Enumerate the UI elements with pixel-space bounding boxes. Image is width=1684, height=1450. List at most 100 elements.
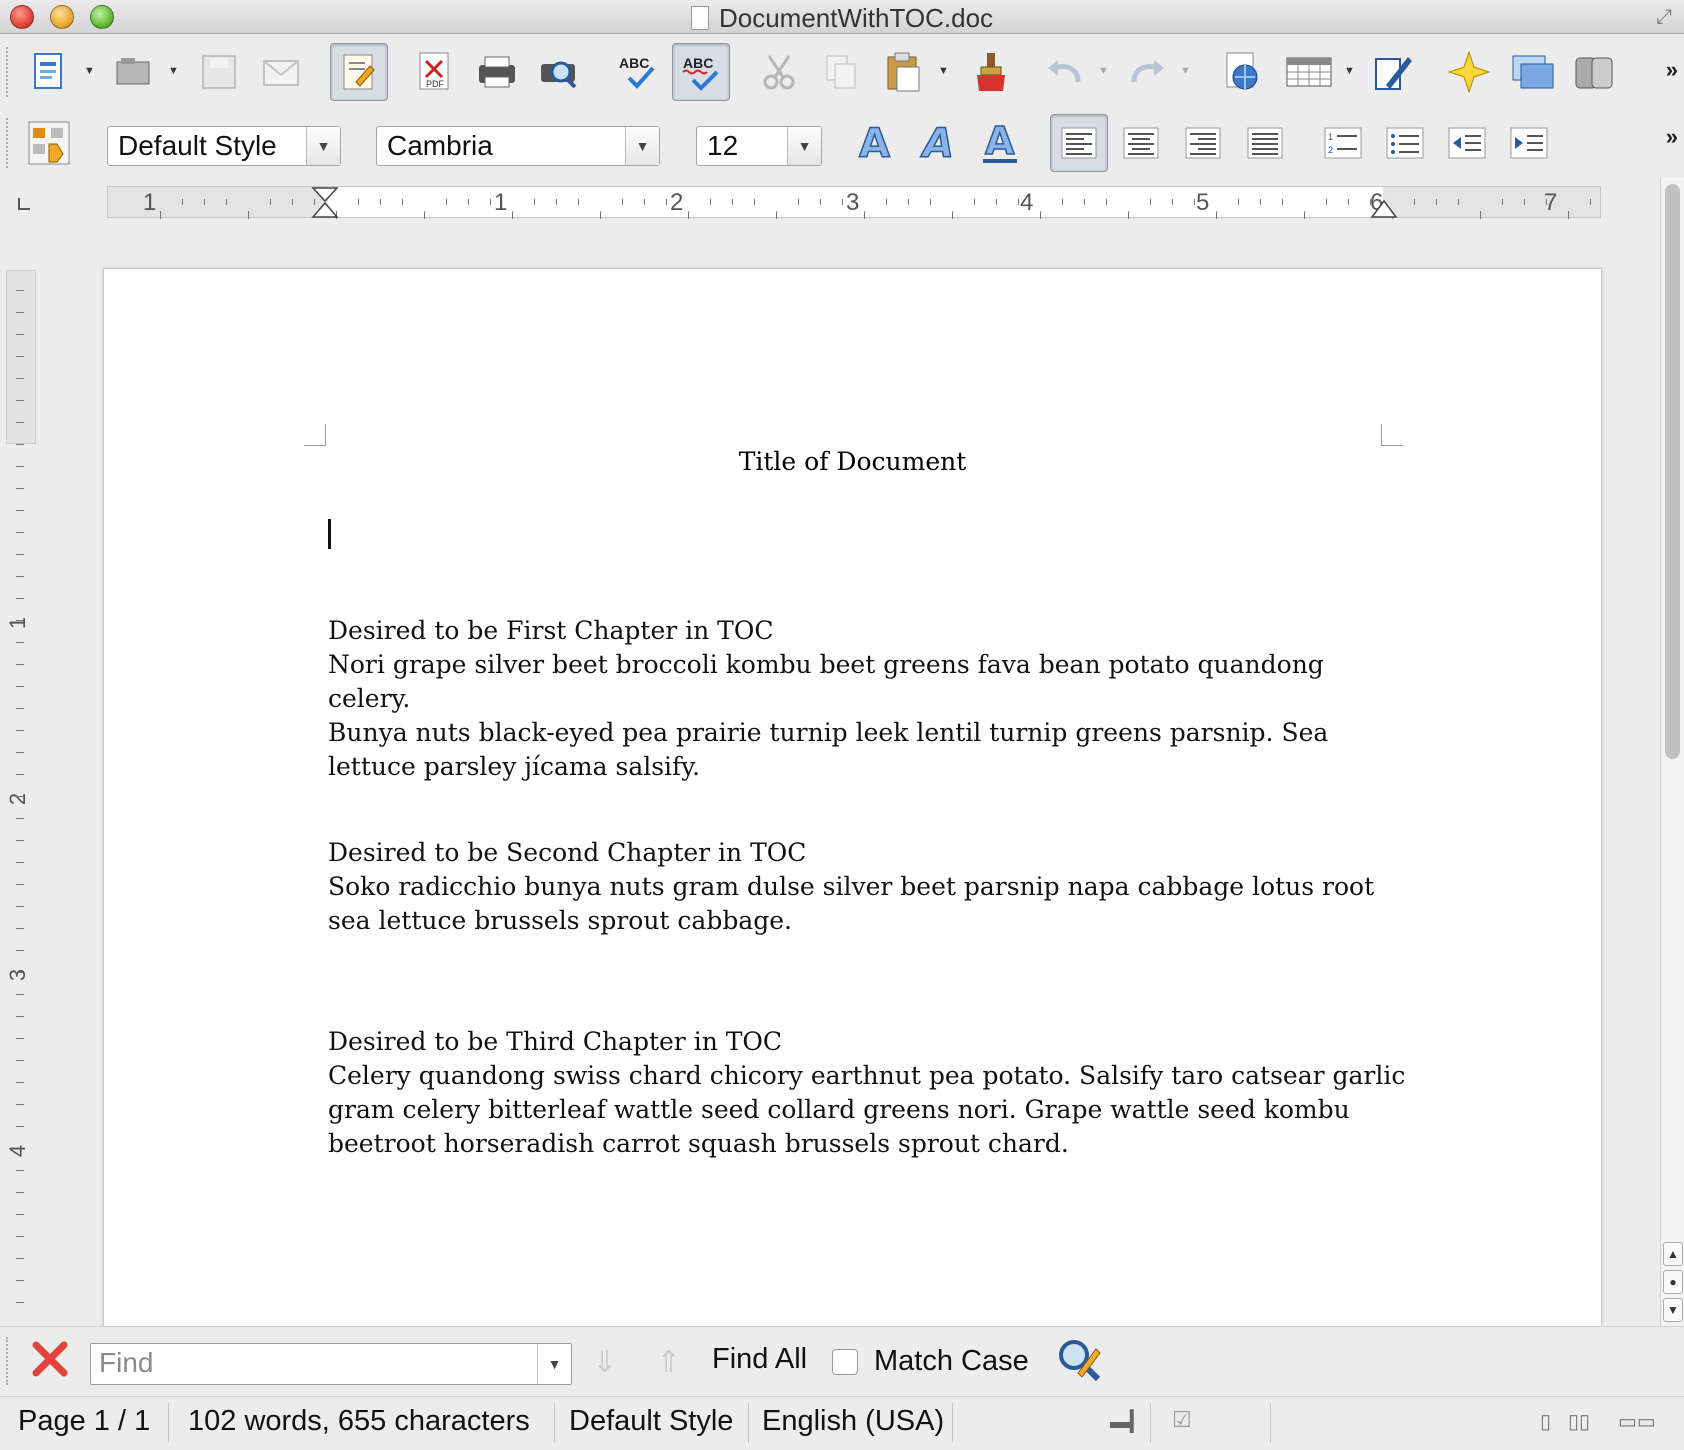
chevron-down-icon[interactable]: ▼ — [625, 127, 659, 165]
toolbar-overflow-icon[interactable]: » — [1666, 57, 1678, 83]
document-title[interactable]: Title of Document — [104, 447, 1601, 476]
multi-page-view-icon[interactable]: ▯▯ — [1568, 1409, 1590, 1434]
body-line[interactable]: Soko radicchio bunya nuts gram dulse sil… — [328, 870, 1408, 904]
page-style[interactable]: Default Style — [569, 1405, 733, 1438]
clone-formatting-icon[interactable] — [960, 43, 1018, 101]
tab-stop-type-icon[interactable] — [18, 198, 30, 210]
gallery-icon[interactable] — [1504, 43, 1562, 101]
body-line[interactable]: lettuce parsley jícama salsify. — [328, 750, 1408, 784]
ruler-tick — [710, 199, 711, 205]
cut-icon[interactable] — [750, 43, 808, 101]
chapter-heading[interactable]: Desired to be Second Chapter in TOC — [328, 836, 1408, 870]
print-preview-icon[interactable] — [530, 43, 588, 101]
save-icon[interactable] — [190, 43, 248, 101]
data-sources-icon[interactable] — [1566, 43, 1624, 101]
underline-icon[interactable]: A — [972, 114, 1030, 172]
vertical-ruler[interactable]: 1 2 3 4 — [4, 270, 38, 1326]
scrollbar-thumb[interactable] — [1665, 184, 1680, 759]
body-line[interactable]: Celery quandong swiss chard chicory eart… — [328, 1059, 1408, 1093]
insert-mode-icon[interactable]: ▬▎ — [1110, 1409, 1145, 1434]
match-case-option[interactable]: Match Case — [832, 1345, 1029, 1378]
hyperlink-icon[interactable] — [1214, 43, 1272, 101]
body-line[interactable]: Nori grape silver beet broccoli kombu be… — [328, 648, 1408, 716]
find-replace-icon[interactable] — [1056, 1337, 1104, 1383]
align-center-icon[interactable] — [1112, 114, 1170, 172]
paste-icon[interactable] — [874, 43, 932, 101]
text-language[interactable]: English (USA) — [762, 1405, 944, 1438]
copy-icon[interactable] — [812, 43, 870, 101]
auto-spellcheck-icon[interactable]: ABC — [672, 43, 730, 101]
redo-dropdown-icon[interactable]: ▼ — [1180, 61, 1192, 81]
body-line[interactable]: Bunya nuts black-eyed pea prairie turnip… — [328, 716, 1408, 750]
open-icon[interactable] — [104, 43, 162, 101]
paragraph-style-combo[interactable]: Default Style ▼ — [107, 126, 341, 166]
body-line[interactable]: sea lettuce brussels sprout cabbage. — [328, 904, 1408, 938]
chevron-down-icon[interactable]: ▼ — [306, 127, 340, 165]
book-view-icon[interactable]: ▭▭ — [1618, 1409, 1656, 1434]
find-field[interactable]: ▼ — [90, 1343, 572, 1385]
increase-indent-icon[interactable] — [1500, 114, 1558, 172]
page-indicator[interactable]: Page 1 / 1 — [18, 1405, 150, 1438]
body-line[interactable]: gram celery bitterleaf wattle seed colla… — [328, 1093, 1408, 1127]
open-dropdown-icon[interactable]: ▼ — [168, 61, 180, 81]
navigation-icon[interactable]: ● — [1663, 1270, 1683, 1294]
chapter-3[interactable]: Desired to be Third Chapter in TOC Celer… — [328, 1025, 1408, 1161]
find-input[interactable] — [91, 1344, 531, 1382]
document-modified-icon[interactable]: ☑ — [1172, 1407, 1192, 1433]
find-next-icon[interactable]: ⇓ — [592, 1345, 617, 1380]
chevron-down-icon[interactable]: ▼ — [787, 127, 821, 165]
redo-icon[interactable] — [1118, 43, 1176, 101]
bold-icon[interactable]: A — [846, 114, 904, 172]
toolbar-grip[interactable] — [6, 118, 10, 168]
close-find-icon[interactable] — [32, 1341, 68, 1377]
chapter-heading[interactable]: Desired to be First Chapter in TOC — [328, 614, 1408, 648]
email-icon[interactable] — [252, 43, 310, 101]
word-count[interactable]: 102 words, 655 characters — [188, 1405, 530, 1438]
next-page-icon[interactable]: ▼ — [1663, 1298, 1683, 1322]
right-indent-marker-icon[interactable] — [1370, 199, 1398, 219]
styles-formatting-icon[interactable] — [20, 114, 78, 172]
bullets-icon[interactable] — [1376, 114, 1434, 172]
navigator-icon[interactable] — [1440, 43, 1498, 101]
new-document-icon[interactable] — [20, 43, 78, 101]
chapter-heading[interactable]: Desired to be Third Chapter in TOC — [328, 1025, 1408, 1059]
body-line[interactable]: beetroot horseradish carrot squash bruss… — [328, 1127, 1408, 1161]
left-indent-marker-icon[interactable] — [311, 187, 339, 219]
fullscreen-icon[interactable]: ⤢ — [1656, 6, 1672, 29]
undo-dropdown-icon[interactable]: ▼ — [1098, 61, 1110, 81]
export-pdf-icon[interactable]: PDF — [406, 43, 464, 101]
vertical-scrollbar[interactable]: ▲ ● ▼ — [1660, 178, 1684, 1326]
edit-mode-icon[interactable] — [330, 43, 388, 101]
chapter-1[interactable]: Desired to be First Chapter in TOC Nori … — [328, 614, 1408, 784]
toolbar-overflow-icon[interactable]: » — [1666, 124, 1678, 150]
chevron-down-icon[interactable]: ▼ — [537, 1344, 571, 1384]
new-dropdown-icon[interactable]: ▼ — [84, 61, 96, 81]
match-case-checkbox[interactable] — [832, 1348, 858, 1375]
spellcheck-icon[interactable]: ABC — [608, 43, 666, 101]
ruler-tick — [1348, 199, 1349, 205]
find-previous-icon[interactable]: ⇑ — [656, 1345, 681, 1380]
toolbar-grip[interactable] — [6, 1337, 10, 1385]
previous-page-icon[interactable]: ▲ — [1663, 1242, 1683, 1266]
align-right-icon[interactable] — [1174, 114, 1232, 172]
table-icon[interactable] — [1280, 43, 1338, 101]
font-name-combo[interactable]: Cambria ▼ — [376, 126, 660, 166]
font-size-combo[interactable]: 12 ▼ — [696, 126, 822, 166]
horizontal-ruler[interactable]: 1 1 2 3 4 5 6 7 — [107, 186, 1601, 219]
find-all-button[interactable]: Find All — [712, 1343, 807, 1376]
document-page[interactable]: Title of Document Desired to be First Ch… — [103, 268, 1602, 1326]
document-area[interactable]: Title of Document Desired to be First Ch… — [40, 232, 1660, 1326]
chapter-2[interactable]: Desired to be Second Chapter in TOC Soko… — [328, 836, 1408, 938]
table-dropdown-icon[interactable]: ▼ — [1344, 61, 1356, 81]
align-left-icon[interactable] — [1050, 114, 1108, 172]
decrease-indent-icon[interactable] — [1438, 114, 1496, 172]
single-page-view-icon[interactable]: ▯ — [1540, 1409, 1551, 1434]
paste-dropdown-icon[interactable]: ▼ — [938, 61, 950, 81]
undo-icon[interactable] — [1036, 43, 1094, 101]
numbering-icon[interactable]: 12 — [1314, 114, 1372, 172]
draw-icon[interactable] — [1364, 43, 1422, 101]
toolbar-grip[interactable] — [6, 47, 10, 97]
justify-icon[interactable] — [1236, 114, 1294, 172]
italic-icon[interactable]: A — [910, 114, 968, 172]
print-icon[interactable] — [468, 43, 526, 101]
